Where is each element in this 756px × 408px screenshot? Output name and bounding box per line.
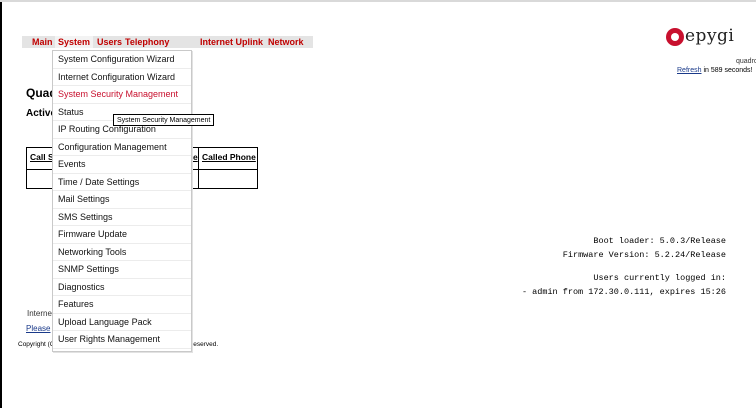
menu-tooltip: System Security Management: [113, 114, 215, 126]
menu-item-sms-settings[interactable]: SMS Settings: [53, 209, 191, 226]
window-border-top: [0, 0, 756, 2]
menu-item-user-rights-management[interactable]: User Rights Management: [53, 331, 191, 349]
menu-item-events[interactable]: Events: [53, 156, 191, 174]
please-link[interactable]: Please: [26, 324, 50, 333]
menu-item-time-date-settings[interactable]: Time / Date Settings: [53, 174, 191, 191]
menu-item-upload-language-pack[interactable]: Upload Language Pack: [53, 314, 191, 331]
system-dropdown-menu: System Configuration Wizard Internet Con…: [52, 50, 192, 352]
window-border-left: [0, 0, 2, 408]
epygi-logo: epygi: [666, 26, 746, 50]
nav-users[interactable]: Users: [97, 36, 122, 48]
nav-main[interactable]: Main: [32, 36, 53, 48]
menu-item-firmware-update[interactable]: Firmware Update: [53, 226, 191, 244]
menu-item-diagnostics[interactable]: Diagnostics: [53, 279, 191, 296]
column-header-called-phone[interactable]: Called Phone: [202, 152, 256, 162]
boot-loader-version: Boot loader: 5.0.3/Release: [593, 236, 726, 246]
main-nav-bar: Main System Users Telephony Internet Upl…: [22, 36, 313, 48]
logo-mark-icon: [666, 28, 684, 46]
copyright-text: Copyright (C): [18, 341, 57, 348]
firmware-version: Firmware Version: 5.2.24/Release: [562, 250, 726, 260]
menu-item-mail-settings[interactable]: Mail Settings: [53, 191, 191, 209]
table-column-divider: [198, 148, 199, 188]
menu-item-internet-configuration-wizard[interactable]: Internet Configuration Wizard: [53, 69, 191, 86]
menu-item-features[interactable]: Features: [53, 296, 191, 314]
logo-text: epygi: [685, 26, 735, 46]
admin-session-info: - admin from 172.30.0.111, expires 15:26: [521, 287, 726, 297]
refresh-countdown: in 589 seconds!: [703, 67, 753, 74]
menu-item-networking-tools[interactable]: Networking Tools: [53, 244, 191, 261]
nav-internet-uplink[interactable]: Internet Uplink: [200, 36, 263, 48]
logo-subtitle: quadro: [736, 58, 756, 65]
nav-network[interactable]: Network: [268, 36, 304, 48]
refresh-notice: Refresh in 589 seconds!: [677, 67, 753, 74]
menu-item-system-configuration-wizard[interactable]: System Configuration Wizard: [53, 51, 191, 69]
refresh-link[interactable]: Refresh: [677, 67, 702, 74]
internet-status-text: Interne: [27, 309, 52, 318]
nav-system[interactable]: System: [55, 36, 94, 48]
nav-telephony[interactable]: Telephony: [125, 36, 169, 48]
users-logged-in-label: Users currently logged in:: [593, 273, 726, 283]
menu-item-configuration-management[interactable]: Configuration Management: [53, 139, 191, 156]
menu-item-snmp-settings[interactable]: SNMP Settings: [53, 261, 191, 279]
menu-item-system-security-management[interactable]: System Security Management: [53, 86, 191, 104]
